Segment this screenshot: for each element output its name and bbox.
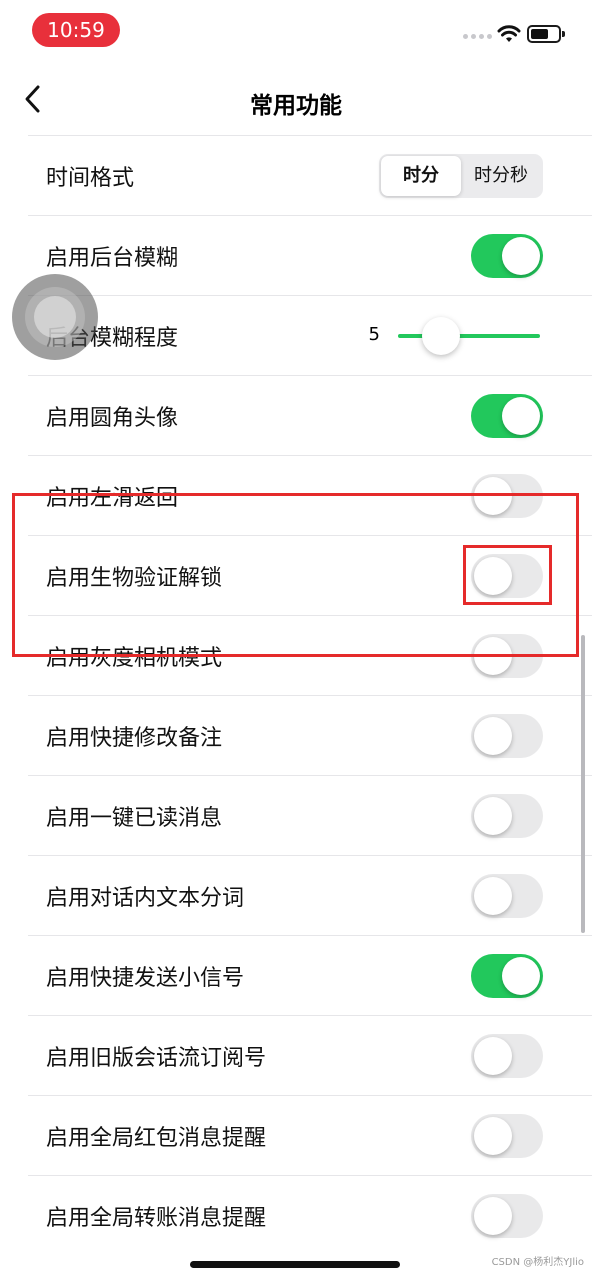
setting-row: 启用对话内文本分词 (28, 855, 592, 935)
time-format-segmented-control[interactable]: 时分 时分秒 (379, 154, 543, 198)
setting-label: 启用旧版会话流订阅号 (46, 1046, 267, 1071)
toggle-switch[interactable] (471, 474, 543, 518)
page-title: 常用功能 (250, 93, 342, 119)
setting-row: 启用旧版会话流订阅号 (28, 1015, 592, 1095)
home-indicator[interactable] (190, 1261, 400, 1268)
setting-row: 启用一键已读消息 (28, 775, 592, 855)
status-time: 10:59 (32, 13, 120, 47)
setting-row: 后台模糊程度 5 (28, 295, 592, 375)
setting-label: 启用全局红包消息提醒 (46, 1126, 267, 1151)
nav-bar: 常用功能 (0, 62, 592, 135)
scrollbar[interactable] (581, 635, 585, 933)
setting-label: 启用快捷发送小信号 (46, 966, 245, 991)
assistive-touch-button[interactable] (12, 274, 98, 360)
setting-label: 启用生物验证解锁 (46, 566, 223, 591)
setting-label: 启用圆角头像 (46, 406, 179, 431)
setting-row: 启用全局红包消息提醒 (28, 1095, 592, 1175)
setting-label: 启用全局转账消息提醒 (46, 1206, 267, 1231)
setting-row: 启用快捷发送小信号 (28, 935, 592, 1015)
toggle-switch[interactable] (471, 1034, 543, 1078)
toggle-switch[interactable] (471, 1114, 543, 1158)
toggle-switch[interactable] (471, 394, 543, 438)
toggle-switch[interactable] (471, 874, 543, 918)
setting-row: 启用生物验证解锁 (28, 535, 592, 615)
setting-label: 启用后台模糊 (46, 246, 179, 271)
toggle-switch[interactable] (471, 634, 543, 678)
setting-row: 启用灰度相机模式 (28, 615, 592, 695)
setting-label: 时间格式 (46, 166, 135, 191)
segment-hour-minute[interactable]: 时分 (381, 156, 461, 196)
status-bar: 10:59 (0, 0, 592, 62)
toggle-switch[interactable] (471, 714, 543, 758)
setting-label: 启用快捷修改备注 (46, 726, 223, 751)
slider-thumb[interactable] (422, 317, 460, 355)
setting-label: 启用一键已读消息 (46, 806, 223, 831)
segment-hour-minute-second[interactable]: 时分秒 (461, 156, 541, 196)
setting-row-time-format: 时间格式 时分 时分秒 (28, 135, 592, 215)
toggle-switch[interactable] (471, 234, 543, 278)
blur-level-slider[interactable] (398, 314, 540, 358)
watermark: CSDN @杨利杰YJlio (491, 1257, 584, 1268)
toggle-switch[interactable] (471, 794, 543, 838)
setting-label: 启用左滑返回 (46, 486, 179, 511)
setting-row: 启用后台模糊 (28, 215, 592, 295)
wifi-icon (497, 25, 521, 42)
battery-icon (527, 25, 565, 43)
setting-row: 启用圆角头像 (28, 375, 592, 455)
cellular-signal-icon (463, 34, 492, 39)
toggle-switch[interactable] (471, 554, 543, 598)
setting-label: 启用对话内文本分词 (46, 886, 245, 911)
setting-row: 启用全局转账消息提醒 (28, 1175, 592, 1255)
slider-value: 5 (368, 324, 380, 345)
setting-label: 启用灰度相机模式 (46, 646, 223, 671)
setting-row: 启用快捷修改备注 (28, 695, 592, 775)
toggle-switch[interactable] (471, 1194, 543, 1238)
toggle-switch[interactable] (471, 954, 543, 998)
setting-row: 启用左滑返回 (28, 455, 592, 535)
